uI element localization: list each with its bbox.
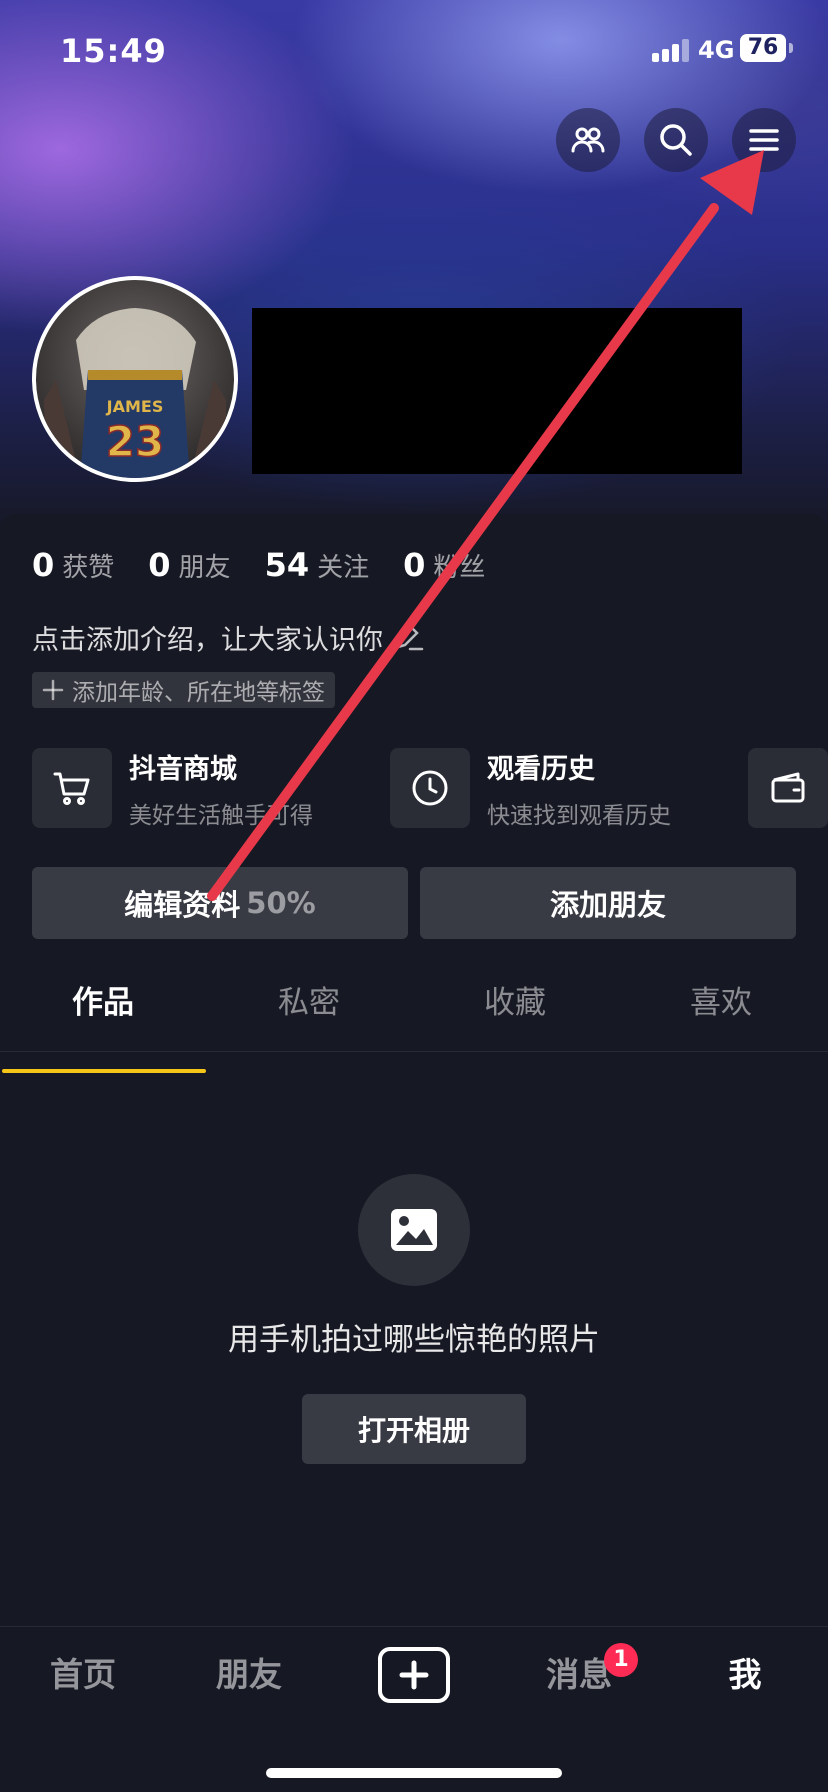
battery-icon: 76	[740, 34, 786, 62]
tab-favorites[interactable]: 收藏	[412, 980, 618, 1052]
cart-icon	[53, 772, 90, 805]
shortcut-icon-box	[390, 748, 470, 828]
stat-label: 粉丝	[433, 553, 486, 583]
create-post-button[interactable]	[378, 1647, 450, 1703]
shortcut-subtitle: 快速找到观看历史	[487, 802, 671, 829]
stat-number: 0	[148, 546, 171, 584]
add-tags-label: 添加年龄、所在地等标签	[72, 680, 325, 706]
stat-label: 朋友	[178, 553, 231, 583]
stat-label: 关注	[317, 553, 370, 583]
hamburger-menu-icon	[749, 129, 779, 151]
shortcut-title: 抖音商城	[129, 753, 237, 785]
stat-number: 0	[403, 546, 426, 584]
stat-number: 54	[264, 546, 310, 584]
nav-me[interactable]: 我	[662, 1651, 828, 1699]
image-icon	[391, 1209, 437, 1251]
empty-state-text: 用手机拍过哪些惊艳的照片	[228, 1322, 600, 1358]
search-button[interactable]	[644, 108, 708, 172]
tab-works[interactable]: 作品	[0, 980, 206, 1052]
stat-likes[interactable]: 0 获赞	[32, 546, 114, 584]
nav-friends[interactable]: 朋友	[166, 1651, 332, 1699]
nav-home[interactable]: 首页	[0, 1651, 166, 1699]
add-tags-chip[interactable]: 添加年龄、所在地等标签	[32, 672, 335, 708]
signal-icon	[652, 38, 690, 62]
search-icon	[660, 124, 692, 156]
pencil-icon	[395, 626, 423, 651]
add-friend-button[interactable]: 添加朋友	[420, 867, 796, 939]
clock-icon	[412, 770, 448, 806]
menu-button[interactable]	[732, 108, 796, 172]
people-icon	[571, 127, 605, 153]
stat-friends[interactable]: 0 朋友	[148, 546, 230, 584]
battery-tip	[789, 43, 793, 53]
avatar[interactable]: JAMES 23	[32, 276, 238, 482]
open-album-button[interactable]: 打开相册	[302, 1394, 526, 1464]
avatar-jersey-image: JAMES 23	[44, 308, 226, 478]
wallet-icon	[771, 772, 805, 803]
bio-prompt[interactable]: 点击添加介绍，让大家认识你	[32, 618, 424, 657]
messages-badge: 1	[604, 1643, 638, 1677]
tab-private[interactable]: 私密	[206, 980, 412, 1052]
status-time: 15:49	[60, 32, 167, 70]
profile-stats: 0 获赞 0 朋友 54 关注 0 粉丝	[32, 546, 519, 586]
shortcut-icon-box	[32, 748, 112, 828]
friends-button[interactable]	[556, 108, 620, 172]
edit-profile-label: 编辑资料	[124, 888, 241, 922]
add-friend-label: 添加朋友	[549, 888, 666, 922]
content-tabs: 作品 私密 收藏 喜欢	[0, 980, 828, 1052]
svg-text:JAMES: JAMES	[106, 397, 164, 416]
active-tab-indicator	[2, 1069, 206, 1073]
status-bar: 15:49 4G 76	[0, 0, 828, 100]
plus-icon	[42, 679, 64, 701]
shortcut-icon-box	[748, 748, 828, 828]
edit-profile-button[interactable]: 编辑资料 50%	[32, 867, 408, 939]
home-indicator	[266, 1768, 562, 1778]
edit-profile-progress: 50%	[246, 886, 316, 920]
bio-text: 点击添加介绍，让大家认识你	[32, 625, 383, 656]
svg-text:23: 23	[106, 417, 164, 466]
tab-likes[interactable]: 喜欢	[618, 980, 824, 1052]
stat-following[interactable]: 54 关注	[265, 546, 370, 584]
shortcut-mall[interactable]: 抖音商城 美好生活触手可得	[32, 748, 313, 829]
empty-state-icon-circle	[358, 1174, 470, 1286]
shortcut-title: 观看历史	[487, 753, 595, 785]
open-album-label: 打开相册	[357, 1414, 470, 1447]
stat-label: 获赞	[62, 553, 115, 583]
stat-number: 0	[32, 546, 55, 584]
redacted-username	[252, 308, 742, 474]
stat-followers[interactable]: 0 粉丝	[403, 546, 485, 584]
network-type: 4G	[698, 36, 735, 64]
plus-icon	[399, 1660, 429, 1690]
shortcut-history[interactable]: 观看历史 快速找到观看历史	[390, 748, 671, 829]
shortcut-subtitle: 美好生活触手可得	[129, 802, 313, 829]
shortcut-wallet[interactable]	[748, 748, 828, 828]
